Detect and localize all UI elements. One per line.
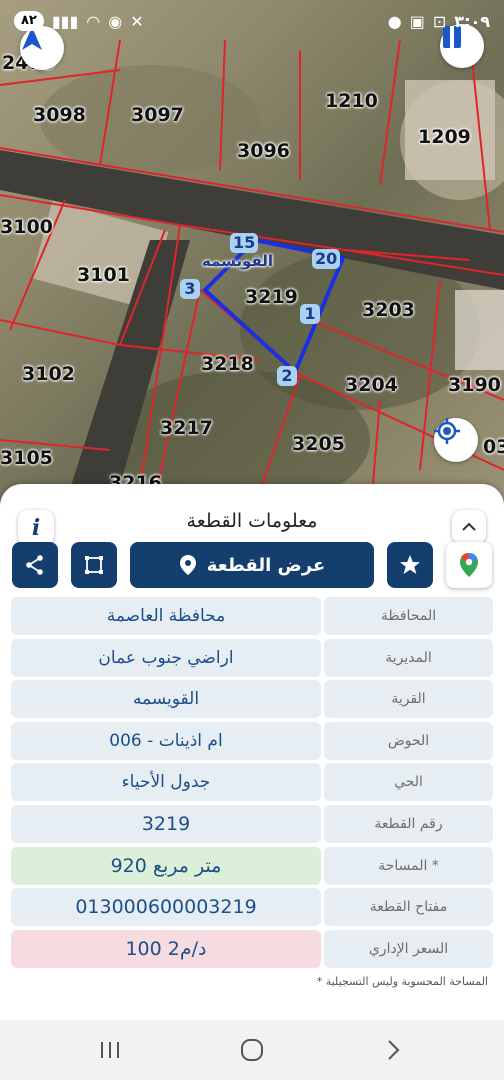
parcel-label: 3098 xyxy=(33,104,86,126)
field-label: الحوض xyxy=(324,721,493,760)
share-button[interactable] xyxy=(12,542,58,588)
parcel-label: 3101 xyxy=(77,264,130,286)
field-value: اراضي جنوب عمان xyxy=(11,638,321,677)
recent-apps-button[interactable] xyxy=(95,1036,125,1064)
field-value: 3219 xyxy=(11,804,321,843)
sheet-title: معلومات القطعة xyxy=(186,510,318,532)
info-row-parcel-number: 3219 رقم القطعة xyxy=(11,804,493,843)
recent-apps-icon xyxy=(101,1042,119,1058)
field-value: 920 متر مربع xyxy=(11,846,321,885)
parcel-label: 3218 xyxy=(201,353,254,375)
home-button[interactable] xyxy=(237,1036,267,1064)
app-icon: ▣ xyxy=(409,11,425,31)
collapse-button[interactable] xyxy=(452,510,486,544)
sheet-header: i معلومات القطعة xyxy=(0,498,504,546)
parcel-label: 3096 xyxy=(237,140,290,162)
field-label: المديرية xyxy=(324,638,493,677)
info-row-area: 920 متر مربع المساحة * xyxy=(11,846,493,885)
notification-dot-icon: ● xyxy=(387,11,402,31)
watermark: DALEELAQAR xyxy=(185,539,315,558)
wifi-icon: ◠ xyxy=(86,11,101,31)
info-row-admin-price: 100 د/م2 السعر الإداري xyxy=(11,929,493,968)
parcel-label: 1209 xyxy=(418,126,471,148)
location-icon: ◉ xyxy=(108,11,123,31)
map-view[interactable]: 2475 3098 3097 3096 1210 1209 3100 3101 … xyxy=(0,0,504,520)
vertex-badge: 3 xyxy=(180,279,200,299)
measure-button[interactable] xyxy=(71,542,117,588)
area-name-label: القويسمه xyxy=(202,252,274,270)
parcel-label: 3205 xyxy=(292,433,345,455)
field-label: السعر الإداري xyxy=(324,929,493,968)
star-icon xyxy=(400,555,420,574)
field-value: 100 د/م2 xyxy=(11,929,321,968)
info-row-governorate: محافظة العاصمة المحافظة xyxy=(11,597,493,635)
parcel-label: 3190 xyxy=(448,374,501,396)
info-row-parcel-key: 013000600003219 مفتاح القطعة xyxy=(11,888,493,927)
my-location-button[interactable] xyxy=(434,418,478,462)
info-row-basin: ام اذينات - 006 الحوض xyxy=(11,721,493,760)
chevron-up-icon xyxy=(462,522,476,531)
vertex-badge: 2 xyxy=(277,366,297,386)
parcel-label: 3105 xyxy=(0,447,53,469)
vertex-badge: 20 xyxy=(312,249,341,269)
status-bar: ٨٢ ▮▮▮ ◠ ◉ ✕ ● ▣ ⊡ ٣:٠٩ xyxy=(0,0,504,42)
crosshair-icon xyxy=(434,418,460,444)
parcel-label: 3097 xyxy=(131,104,184,126)
parcel-info-sheet: i معلومات القطعة عرض القطعة DALEELAQAR م… xyxy=(0,484,504,1024)
info-row-village: القويسمه القرية xyxy=(11,680,493,719)
vertex-badge: 1 xyxy=(300,304,320,324)
field-value: 013000600003219 xyxy=(11,888,321,927)
info-table: محافظة العاصمة المحافظة اراضي جنوب عمان … xyxy=(11,597,493,971)
screen-record-icon: ⊡ xyxy=(432,11,447,31)
battery-indicator: ٨٢ xyxy=(14,11,44,31)
field-value: القويسمه xyxy=(11,680,321,719)
field-label: رقم القطعة xyxy=(324,804,493,843)
google-maps-icon xyxy=(460,553,478,577)
field-value: ام اذينات - 006 xyxy=(11,721,321,760)
field-label: المحافظة xyxy=(324,597,493,635)
vertex-badge: 15 xyxy=(230,233,259,253)
field-value: محافظة العاصمة xyxy=(11,597,321,635)
parcel-label: 3203 xyxy=(362,299,415,321)
clock: ٣:٠٩ xyxy=(454,11,490,31)
favorite-button[interactable] xyxy=(387,542,433,588)
info-row-neighborhood: جدول الأحياء الحي xyxy=(11,763,493,802)
back-chevron-icon xyxy=(388,1040,400,1060)
parcel-label: 1210 xyxy=(325,90,378,112)
polygon-icon xyxy=(85,556,103,574)
google-maps-button[interactable] xyxy=(446,542,492,588)
home-icon xyxy=(241,1039,263,1061)
footnote: * المساحة المحسوبة وليس التسجيلية xyxy=(316,975,488,988)
field-value: جدول الأحياء xyxy=(11,763,321,802)
parcel-label: 3100 xyxy=(0,216,53,238)
parcel-label: 3217 xyxy=(160,417,213,439)
field-label: المساحة * xyxy=(324,846,493,885)
back-button[interactable] xyxy=(378,1036,408,1064)
parcel-label: 3102 xyxy=(22,363,75,385)
field-label: القرية xyxy=(324,680,493,719)
system-nav-bar xyxy=(0,1020,504,1080)
info-row-directorate: اراضي جنوب عمان المديرية xyxy=(11,638,493,677)
signal-icon: ▮▮▮ xyxy=(51,11,79,31)
parcel-label: 03 xyxy=(483,436,504,458)
mute-icon: ✕ xyxy=(130,11,144,31)
field-label: الحي xyxy=(324,763,493,802)
field-label: مفتاح القطعة xyxy=(324,888,493,927)
share-icon xyxy=(26,555,43,575)
parcel-label: 3204 xyxy=(345,374,398,396)
parcel-label: 3219 xyxy=(245,286,298,308)
